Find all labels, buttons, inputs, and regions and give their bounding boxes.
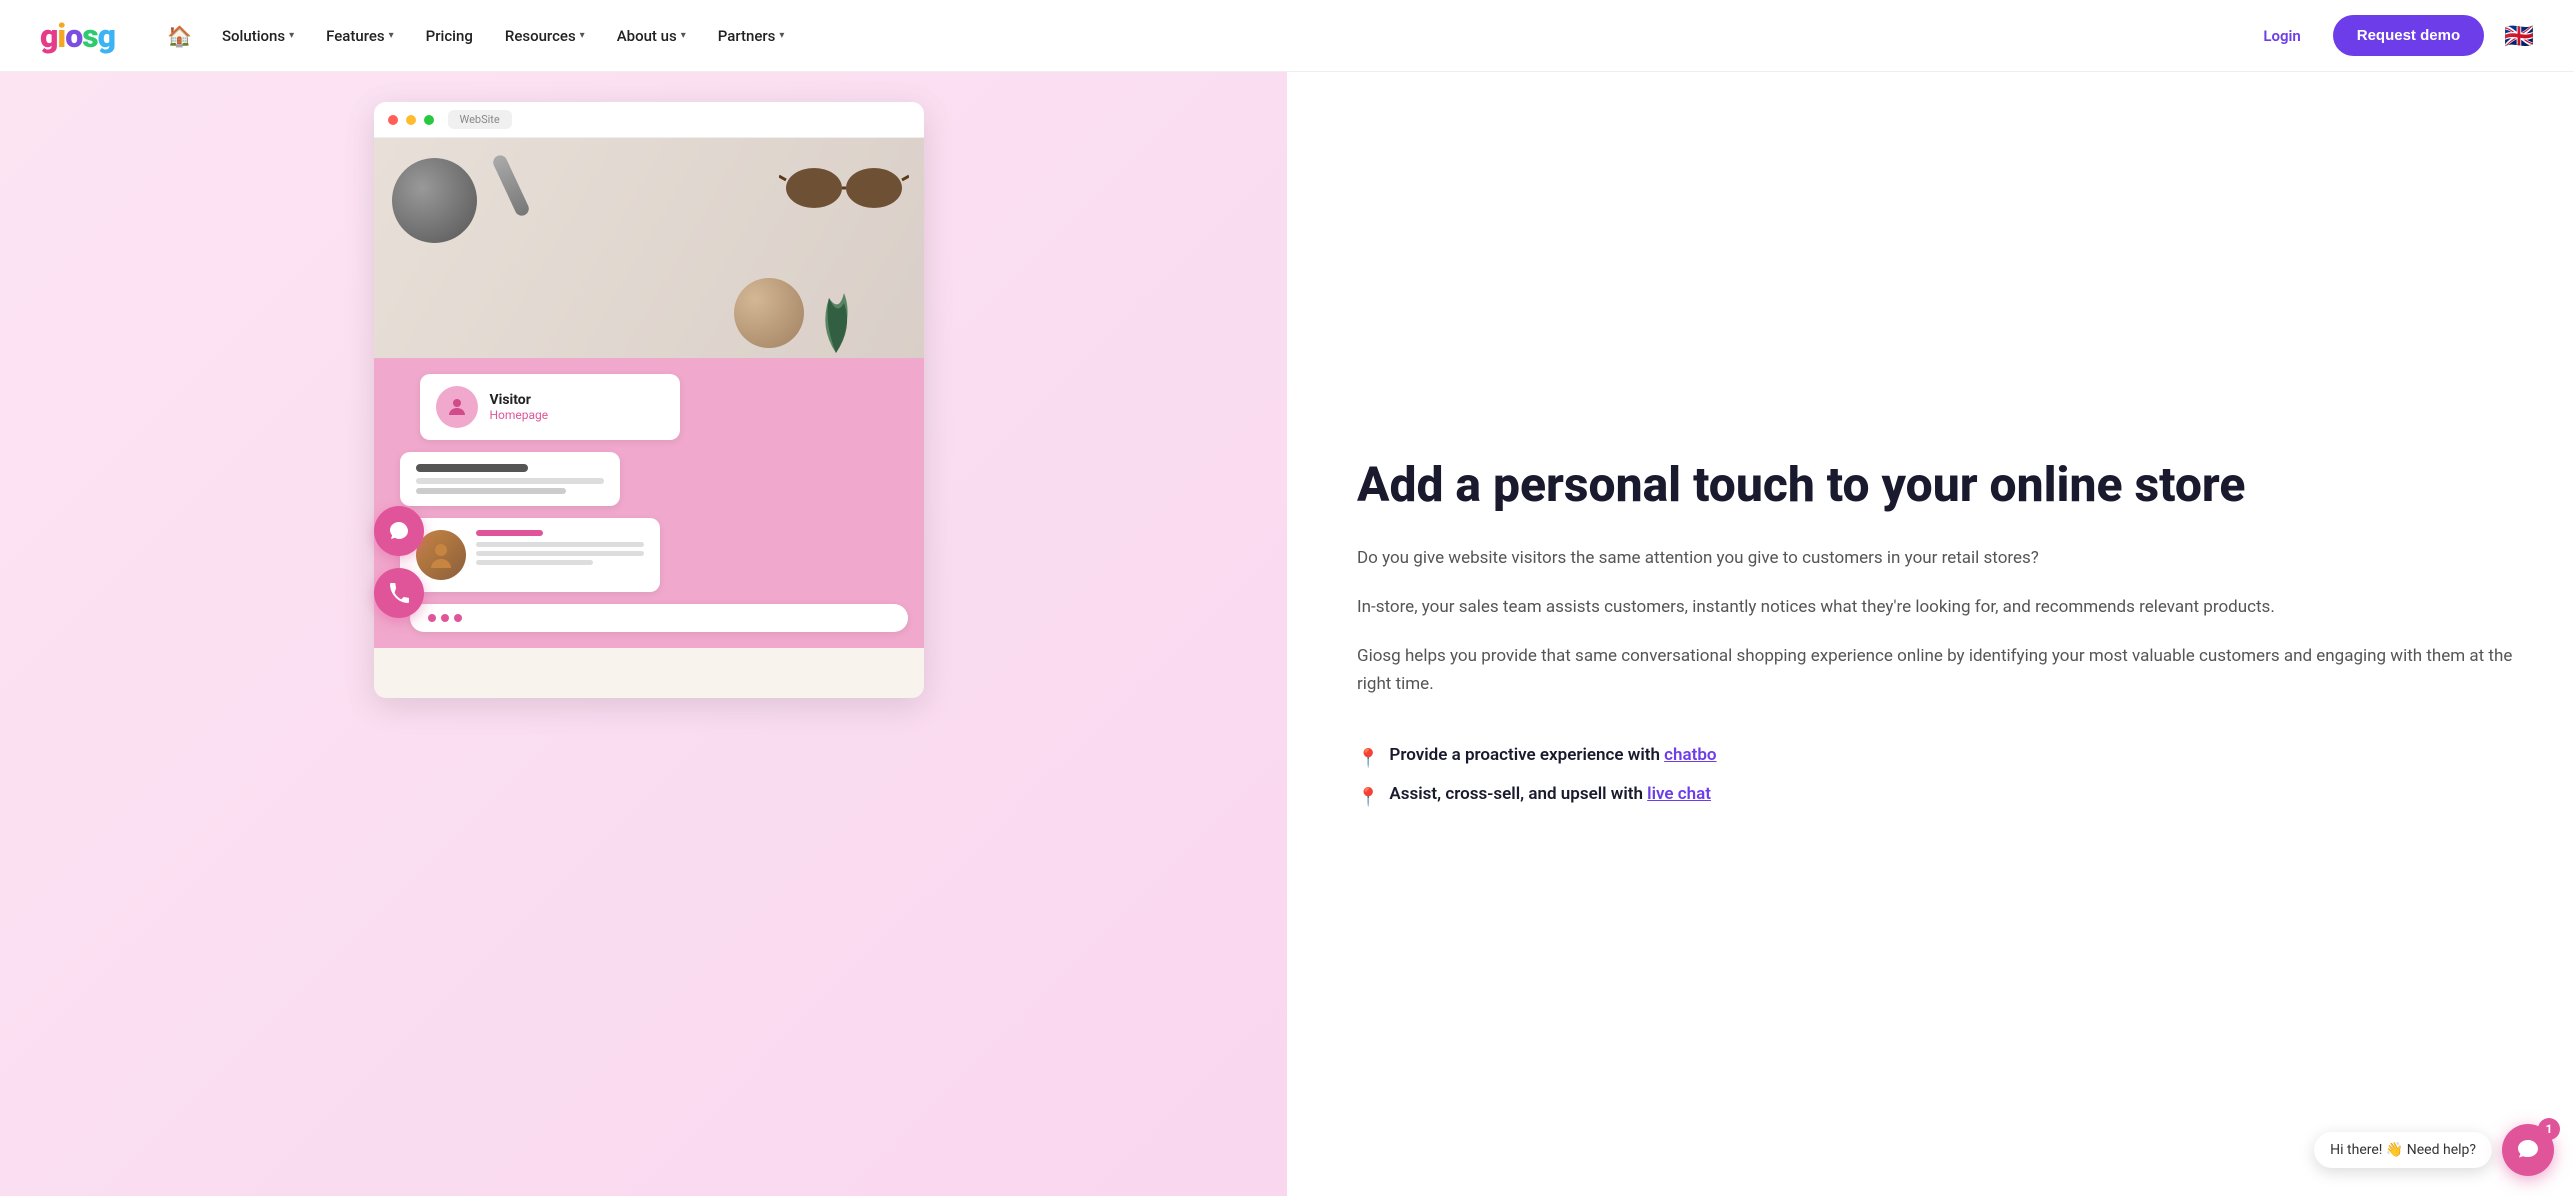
phone-action-button[interactable]: [374, 568, 424, 618]
logo-letter-g2: g: [98, 17, 115, 55]
logo-letter-o: o: [65, 17, 82, 55]
message-card-1: [400, 452, 620, 506]
home-button[interactable]: 🏠: [155, 16, 204, 56]
product-accessory-shape: [734, 278, 804, 348]
illustration-panel: WebSite: [0, 72, 1287, 1196]
nav-label-resources: Resources: [505, 27, 576, 45]
typing-indicator: [410, 604, 908, 632]
language-selector[interactable]: 🇬🇧: [2504, 22, 2534, 50]
bullet-list: 📍 Provide a proactive experience with ch…: [1357, 743, 2514, 811]
product-plant-shape: [809, 288, 864, 353]
hero-heading: Add a personal touch to your online stor…: [1357, 457, 2514, 512]
pin-icon-2: 📍: [1357, 784, 1379, 811]
product-image-area: [374, 138, 924, 358]
typing-dot-1: [428, 614, 436, 622]
nav-label-about: About us: [617, 27, 677, 45]
msg-line: [416, 464, 529, 472]
chevron-down-icon: ▾: [389, 30, 394, 41]
chat-action-button[interactable]: [374, 506, 424, 556]
browser-dot-red: [388, 115, 398, 125]
main-content: WebSite: [0, 72, 2574, 1196]
agent-msg-line: [476, 551, 644, 556]
nav-item-features[interactable]: Features ▾: [312, 19, 408, 53]
chat-widget-bubble: Hi there! 👋 Need help?: [2314, 1132, 2492, 1168]
agent-msg-line: [476, 560, 594, 565]
browser-mockup: WebSite: [374, 102, 924, 698]
visitor-page-label: Homepage: [490, 408, 549, 422]
request-demo-button[interactable]: Request demo: [2333, 15, 2484, 56]
chevron-down-icon: ▾: [779, 30, 784, 41]
agent-msg-line: [476, 542, 644, 547]
chatbot-link[interactable]: chatbo: [1664, 745, 1716, 765]
logo-letter-s: s: [82, 17, 97, 55]
msg-line: [416, 488, 566, 494]
chevron-down-icon: ▾: [580, 30, 585, 41]
nav-item-resources[interactable]: Resources ▾: [491, 19, 599, 53]
nav-label-solutions: Solutions: [222, 27, 285, 45]
typing-dot-3: [454, 614, 462, 622]
navbar: giosg 🏠 Solutions ▾ Features ▾ Pricing R…: [0, 0, 2574, 72]
typing-dot-2: [441, 614, 449, 622]
hero-content-panel: Add a personal touch to your online stor…: [1287, 72, 2574, 1196]
browser-content: Visitor Homepage: [374, 138, 924, 698]
agent-messages: [476, 530, 644, 565]
login-button[interactable]: Login: [2251, 19, 2312, 53]
nav-item-pricing[interactable]: Pricing: [412, 19, 487, 53]
browser-mockup-container: WebSite: [364, 102, 924, 698]
nav-label-partners: Partners: [718, 27, 776, 45]
visitor-info: Visitor Homepage: [490, 392, 549, 422]
msg-line: [416, 478, 604, 484]
chat-badge: 1: [2538, 1118, 2560, 1140]
chevron-down-icon: ▾: [681, 30, 686, 41]
visitor-card: Visitor Homepage: [420, 374, 680, 440]
product-tube-shape: [490, 153, 530, 218]
nav-right: Login Request demo 🇬🇧: [2251, 15, 2534, 56]
visitor-name-label: Visitor: [490, 392, 549, 408]
hero-paragraph-2: In-store, your sales team assists custom…: [1357, 593, 2514, 622]
logo-letter-g1: g: [40, 17, 57, 55]
nav-links: 🏠 Solutions ▾ Features ▾ Pricing Resourc…: [155, 16, 2251, 56]
browser-dot-yellow: [406, 115, 416, 125]
nav-label-pricing: Pricing: [426, 27, 473, 45]
agent-msg-line: [476, 530, 543, 536]
bullet-item-2: 📍 Assist, cross-sell, and upsell with li…: [1357, 782, 2514, 811]
pin-icon-1: 📍: [1357, 745, 1379, 772]
agent-card: [400, 518, 660, 592]
chat-area: Visitor Homepage: [374, 358, 924, 648]
hero-paragraph-3: Giosg helps you provide that same conver…: [1357, 642, 2514, 700]
chat-widget: Hi there! 👋 Need help? 1: [2314, 1124, 2554, 1176]
bullet-1-text: Provide a proactive experience with chat…: [1389, 743, 1716, 769]
chevron-down-icon: ▾: [289, 30, 294, 41]
logo[interactable]: giosg: [40, 17, 115, 55]
bullet-item-1: 📍 Provide a proactive experience with ch…: [1357, 743, 2514, 772]
hero-paragraph-1: Do you give website visitors the same at…: [1357, 544, 2514, 573]
product-sunglasses-shape: [779, 158, 909, 218]
side-actions: [374, 506, 424, 618]
live-chat-link[interactable]: live chat: [1647, 784, 1711, 804]
visitor-avatar-icon: [436, 386, 478, 428]
nav-label-features: Features: [326, 27, 384, 45]
browser-bar: WebSite: [374, 102, 924, 138]
chat-widget-button[interactable]: 1: [2502, 1124, 2554, 1176]
bullet-2-text: Assist, cross-sell, and upsell with live…: [1389, 782, 1711, 808]
nav-item-solutions[interactable]: Solutions ▾: [208, 19, 308, 53]
product-bowl-shape: [392, 158, 477, 243]
nav-item-partners[interactable]: Partners ▾: [704, 19, 799, 53]
browser-dot-green: [424, 115, 434, 125]
browser-url-bar: WebSite: [448, 110, 512, 129]
nav-item-about[interactable]: About us ▾: [603, 19, 700, 53]
